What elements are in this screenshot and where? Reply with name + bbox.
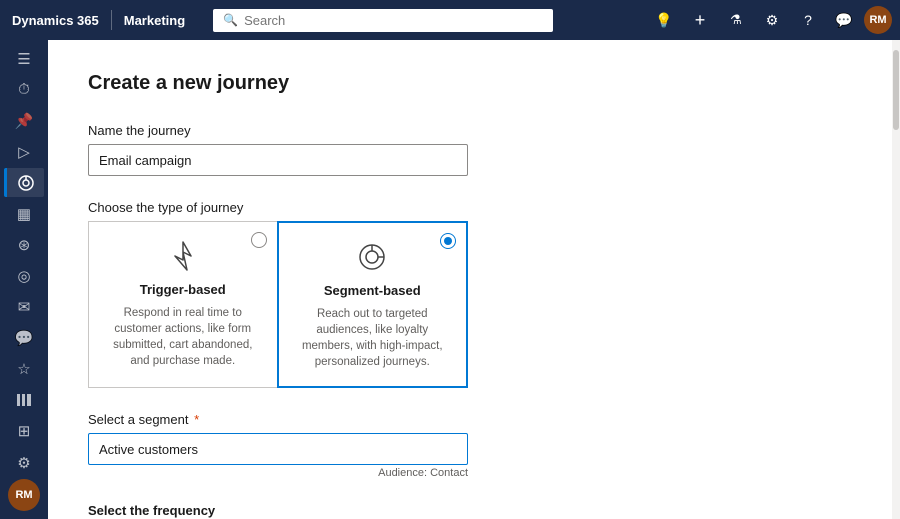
- journey-type-row: Trigger-based Respond in real time to cu…: [88, 221, 468, 388]
- sidebar-item-analytics[interactable]: ◎: [4, 262, 44, 291]
- type-section: Choose the type of journey Trigger-based…: [88, 200, 852, 388]
- journey-name-input[interactable]: [88, 144, 468, 176]
- sidebar-item-star[interactable]: ☆: [4, 355, 44, 384]
- top-nav: Dynamics 365 Marketing 🔍 💡 + ⚗ ⚙ ? 💬 RM: [0, 0, 900, 40]
- scrollbar[interactable]: [892, 40, 900, 519]
- sidebar-item-pin[interactable]: 📌: [4, 106, 44, 135]
- help-icon[interactable]: ?: [792, 4, 824, 36]
- user-avatar[interactable]: RM: [864, 6, 892, 34]
- sidebar-item-speech[interactable]: 💬: [4, 324, 44, 353]
- sidebar-item-recent[interactable]: ⏱: [4, 75, 44, 104]
- sidebar-item-menu[interactable]: ☰: [4, 44, 44, 73]
- search-input[interactable]: [244, 13, 543, 28]
- sidebar-item-email[interactable]: ✉: [4, 293, 44, 322]
- page-title: Create a new journey: [88, 72, 852, 95]
- trigger-card-desc: Respond in real time to customer actions…: [105, 305, 261, 369]
- app-name: Marketing: [124, 13, 185, 28]
- settings-nav-icon[interactable]: ⚙: [756, 4, 788, 36]
- sidebar: ☰ ⏱ 📌 ▷ ▦ ⊛ ◎ ✉ 💬 ☆ ⊞ ⚙ RM: [0, 40, 48, 519]
- name-label: Name the journey: [88, 123, 852, 138]
- main-layout: ☰ ⏱ 📌 ▷ ▦ ⊛ ◎ ✉ 💬 ☆ ⊞ ⚙ RM: [0, 40, 900, 519]
- segment-card-desc: Reach out to targeted audiences, like lo…: [295, 306, 451, 370]
- brand-area: Dynamics 365 Marketing: [0, 10, 197, 30]
- content-area: Create a new journey Name the journey Ch…: [48, 40, 892, 519]
- scrollbar-thumb: [893, 50, 899, 130]
- audience-hint: Audience: Contact: [88, 467, 468, 479]
- sidebar-item-play[interactable]: ▷: [4, 137, 44, 166]
- search-icon: 🔍: [223, 13, 238, 27]
- segment-label: Select a segment *: [88, 412, 852, 427]
- brand-name: Dynamics 365: [12, 13, 99, 28]
- lightbulb-icon[interactable]: 💡: [648, 4, 680, 36]
- sidebar-item-segments[interactable]: [4, 168, 44, 197]
- filter-nav-icon[interactable]: ⚗: [720, 4, 752, 36]
- trigger-card-title: Trigger-based: [105, 282, 261, 297]
- segment-card-title: Segment-based: [295, 283, 451, 298]
- segment-wrapper: Audience: Contact: [88, 433, 468, 479]
- segment-based-card[interactable]: Segment-based Reach out to targeted audi…: [277, 221, 469, 388]
- sidebar-item-library[interactable]: [4, 386, 44, 415]
- nav-icons: 💡 + ⚗ ⚙ ? 💬 RM: [640, 4, 900, 36]
- segments-svg-icon: [17, 174, 35, 192]
- sidebar-item-grid[interactable]: ▦: [4, 199, 44, 228]
- sidebar-bottom: RM: [8, 479, 40, 511]
- sidebar-item-cog[interactable]: ⚙: [4, 448, 44, 477]
- library-svg-icon: [15, 391, 33, 409]
- trigger-based-card[interactable]: Trigger-based Respond in real time to cu…: [88, 221, 277, 388]
- trigger-icon: [105, 238, 261, 274]
- type-label: Choose the type of journey: [88, 200, 852, 215]
- segment-card-icon: [295, 239, 451, 275]
- segment-input[interactable]: [88, 433, 468, 465]
- sidebar-avatar[interactable]: RM: [8, 479, 40, 511]
- add-icon[interactable]: +: [684, 4, 716, 36]
- trigger-radio[interactable]: [251, 232, 267, 248]
- segment-section: Select a segment * Audience: Contact: [88, 412, 852, 479]
- name-section: Name the journey: [88, 123, 852, 176]
- nav-divider: [111, 10, 112, 30]
- segment-radio[interactable]: [440, 233, 456, 249]
- search-box[interactable]: 🔍: [213, 9, 553, 32]
- search-area: 🔍: [197, 9, 640, 32]
- required-marker: *: [190, 412, 199, 427]
- frequency-section: Select the frequency A one-time journey …: [88, 503, 852, 519]
- chat-nav-icon[interactable]: 💬: [828, 4, 860, 36]
- frequency-label: Select the frequency: [88, 503, 852, 518]
- sidebar-item-settings2[interactable]: ⊛: [4, 230, 44, 259]
- sidebar-item-grid2[interactable]: ⊞: [4, 417, 44, 446]
